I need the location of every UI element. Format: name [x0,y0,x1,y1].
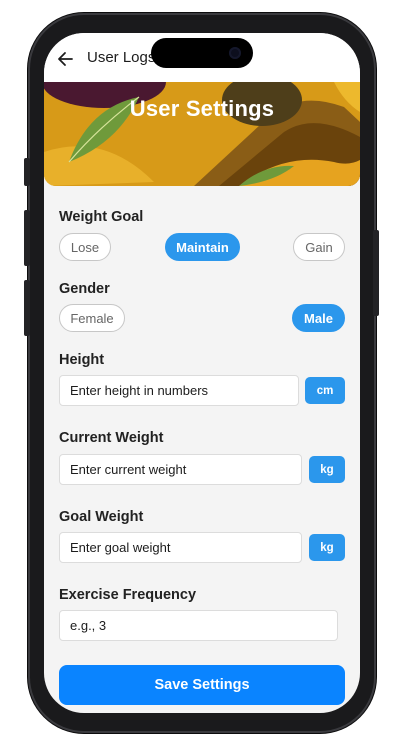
gender-label: Gender [59,281,110,297]
goal-weight-label: Goal Weight [59,509,144,525]
page-title: User Settings [129,96,275,121]
exercise-frequency-input[interactable]: e.g., 3 [59,610,338,641]
current-weight-unit-button[interactable]: kg [309,456,345,483]
phone-volume-up [24,210,30,266]
weight-goal-lose-option[interactable]: Lose [59,233,111,261]
phone-screen: User Logs User Settings Weight Goal Lose… [44,33,360,713]
save-settings-button[interactable]: Save Settings [59,665,345,705]
weight-goal-maintain-option[interactable]: Maintain [165,233,240,261]
gender-male-option[interactable]: Male [292,304,345,332]
phone-power-button [373,230,379,316]
goal-weight-input[interactable]: Enter goal weight [59,532,302,563]
height-unit-button[interactable]: cm [305,377,345,404]
goal-weight-unit-button[interactable]: kg [309,534,345,561]
gender-female-option[interactable]: Female [59,304,125,332]
weight-goal-gain-option[interactable]: Gain [293,233,345,261]
header-banner: User Settings [44,82,360,186]
phone-volume-down [24,280,30,336]
arrow-left-icon[interactable] [57,51,73,67]
height-label: Height [59,352,105,368]
app-bar-title: User Logs [87,49,156,66]
weight-goal-label: Weight Goal [59,209,144,225]
phone-mute-switch [24,158,30,186]
exercise-frequency-label: Exercise Frequency [59,587,197,603]
height-input[interactable]: Enter height in numbers [59,375,299,406]
dynamic-island [151,38,253,68]
camera-icon [229,47,241,59]
current-weight-input[interactable]: Enter current weight [59,454,302,485]
current-weight-label: Current Weight [59,430,164,446]
